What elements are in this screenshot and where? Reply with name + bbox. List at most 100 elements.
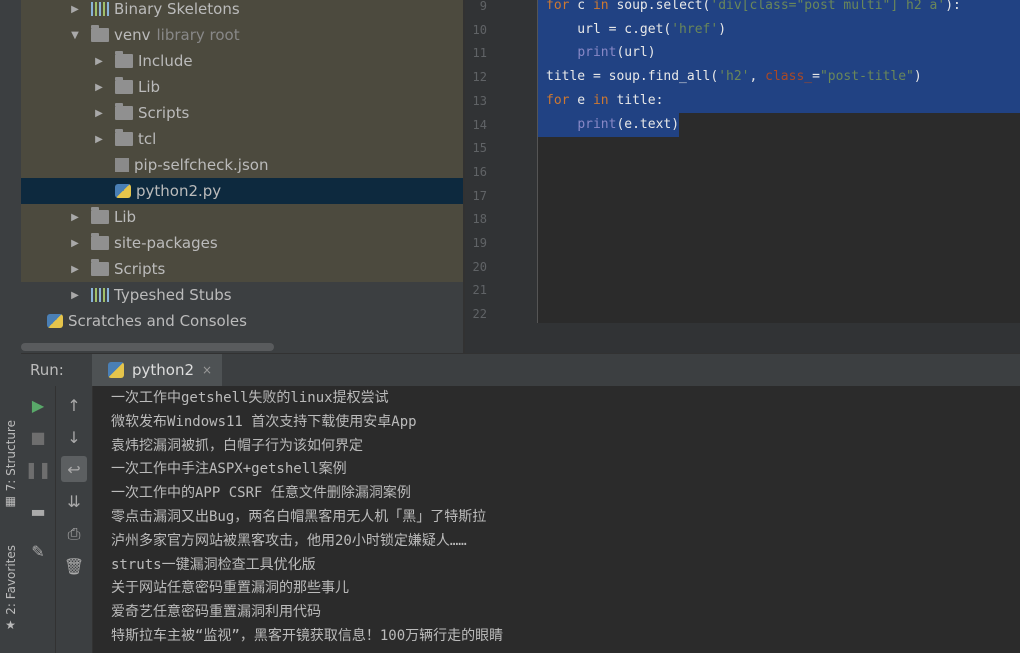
run-console-output[interactable]: 一次工作中getshell失败的linux提权尝试微软发布Windows11 首… xyxy=(93,386,1020,653)
favorites-tool-tab[interactable]: 2: Favorites ★ xyxy=(0,545,21,632)
folder-icon xyxy=(115,51,133,68)
scroll-to-end-button[interactable]: ⇊ xyxy=(61,488,87,514)
editor-gutter: 9 10 11 12 13 14 15 16 17 18 19 20 21 22 xyxy=(465,0,538,323)
chevron-right-icon[interactable]: ▶ xyxy=(93,56,105,67)
code-line[interactable]: for c in soup.select('div[class="post mu… xyxy=(538,0,1020,18)
chevron-right-icon[interactable]: ▶ xyxy=(69,212,81,223)
line-number: 18 xyxy=(472,212,487,227)
scroll-up-button[interactable]: ↑ xyxy=(61,392,87,418)
structure-icon: ▦ xyxy=(4,494,17,509)
tree-item[interactable]: ▶ Include xyxy=(21,48,463,74)
console-line: 一次工作中getshell失败的linux提权尝试 xyxy=(111,390,389,406)
line-number: 13 xyxy=(472,93,487,108)
console-line: 袁炜挖漏洞被抓，白帽子行为该如何界定 xyxy=(111,437,363,454)
code-editor[interactable]: for c in soup.select('div[class="post mu… xyxy=(538,0,1020,323)
clear-all-button[interactable]: 🗑 xyxy=(61,553,87,579)
python-file-icon xyxy=(115,184,131,198)
tree-item-label: site-packages xyxy=(114,234,218,252)
code-line[interactable]: print(e.text) xyxy=(538,112,680,137)
code-token: in xyxy=(592,92,609,108)
tree-item[interactable]: Scratches and Consoles xyxy=(21,308,463,334)
console-line: 微软发布Windows11 首次支持下载使用安卓App xyxy=(111,413,417,430)
folder-icon xyxy=(115,129,133,146)
console-line: 关于网站任意密码重置漏洞的那些事儿 xyxy=(111,580,349,597)
tree-item[interactable]: ▶ tcl xyxy=(21,126,463,152)
folder-icon xyxy=(91,259,109,276)
line-number: 17 xyxy=(472,188,487,203)
tree-item[interactable]: python2.py xyxy=(21,178,463,204)
layout-button[interactable]: ▬ xyxy=(25,498,51,524)
line-number: 14 xyxy=(472,117,487,132)
print-button[interactable]: ⎙ xyxy=(61,521,87,547)
chevron-right-icon[interactable]: ▶ xyxy=(93,134,105,145)
chevron-right-icon[interactable]: ▶ xyxy=(69,238,81,249)
left-tool-strip: 7: Structure ▦ 2: Favorites ★ xyxy=(0,0,22,653)
editor-bottom-area xyxy=(465,323,1020,353)
code-token: ): xyxy=(945,0,961,13)
chevron-right-icon[interactable]: ▶ xyxy=(69,290,81,301)
code-line[interactable]: url = c.get('href') xyxy=(538,17,1020,42)
tree-item[interactable]: ▼ venv library root xyxy=(21,22,463,48)
library-icon xyxy=(91,288,109,302)
tree-item[interactable]: ▶ Lib xyxy=(21,204,463,230)
project-horizontal-scrollbar[interactable] xyxy=(21,343,274,351)
stop-button[interactable]: ■ xyxy=(25,424,51,450)
code-token: print xyxy=(577,116,617,132)
tree-item-label: venv xyxy=(114,26,151,44)
chevron-right-icon[interactable]: ▶ xyxy=(93,108,105,119)
chevron-right-icon[interactable]: ▶ xyxy=(69,4,81,15)
project-tree-panel: ▶ Binary Skeletons ▼ venv library root ▶ Inclu… xyxy=(21,0,463,353)
chevron-right-icon[interactable]: ▶ xyxy=(93,82,105,93)
code-token: soup.select( xyxy=(608,0,711,13)
tree-item[interactable]: ▶ Typeshed Stubs xyxy=(21,282,463,308)
tree-item-label: Include xyxy=(138,52,193,70)
console-line: 零点击漏洞又出Bug，两名白帽黑客用无人机「黑」了特斯拉 xyxy=(111,509,487,525)
scratches-icon xyxy=(47,314,63,328)
code-line[interactable]: title = soup.find_all('h2', class_="post… xyxy=(538,65,1020,90)
code-token: "post-title" xyxy=(819,69,914,85)
structure-tool-tab[interactable]: 7: Structure ▦ xyxy=(0,420,21,508)
line-number: 19 xyxy=(472,236,487,250)
folder-icon xyxy=(115,77,133,94)
rerun-button[interactable]: ▶ xyxy=(25,392,51,418)
tree-item-label: Typeshed Stubs xyxy=(114,286,232,304)
code-token: 'href' xyxy=(671,21,719,37)
chevron-right-icon[interactable]: ▶ xyxy=(69,264,81,275)
scroll-down-button[interactable]: ↓ xyxy=(61,424,87,450)
pause-icon: ❚❚ xyxy=(24,459,52,479)
line-number: 21 xyxy=(472,283,487,298)
tree-item[interactable]: ▶ Scripts xyxy=(21,100,463,126)
printer-icon: ⎙ xyxy=(67,524,81,543)
folder-icon xyxy=(115,103,133,120)
tree-item[interactable]: pip-selfcheck.json xyxy=(21,152,463,178)
tree-item[interactable]: ▶ site-packages xyxy=(21,230,463,256)
code-token: in xyxy=(592,0,609,13)
console-line: 爱奇艺任意密码重置漏洞利用代码 xyxy=(111,604,321,621)
pause-button[interactable]: ❚❚ xyxy=(24,456,52,482)
line-number: 16 xyxy=(472,164,487,179)
star-icon: ★ xyxy=(5,617,16,632)
line-number: 10 xyxy=(472,22,487,37)
code-token: ) xyxy=(913,69,922,85)
code-token: (e.text) xyxy=(616,116,680,132)
code-line[interactable]: for e in title: xyxy=(538,88,1020,113)
favorites-tab-label: 2: Favorites xyxy=(3,545,18,615)
chevron-down-icon[interactable]: ▼ xyxy=(69,30,81,41)
line-number: 20 xyxy=(472,259,487,274)
tree-item-label: pip-selfcheck.json xyxy=(134,156,269,174)
tree-item[interactable]: ▶ Binary Skeletons xyxy=(21,0,463,22)
line-number: 11 xyxy=(472,46,487,61)
tree-item-label: Lib xyxy=(114,208,137,226)
code-token: = xyxy=(812,69,820,85)
tree-item[interactable]: ▶ Scripts xyxy=(21,256,463,282)
close-icon[interactable]: × xyxy=(202,363,212,377)
code-line[interactable]: print(url) xyxy=(538,41,1020,66)
run-tab-python2[interactable]: python2 × xyxy=(92,354,222,386)
tree-item-label: Scratches and Consoles xyxy=(68,312,247,330)
tree-item[interactable]: ▶ Lib xyxy=(21,74,463,100)
line-number: 15 xyxy=(472,141,487,156)
pin-tab-button[interactable]: ✎ xyxy=(25,538,51,564)
soft-wrap-button[interactable]: ↩ xyxy=(61,456,87,482)
tree-item-suffix: library root xyxy=(156,26,240,44)
run-tab-label: python2 xyxy=(132,361,195,379)
